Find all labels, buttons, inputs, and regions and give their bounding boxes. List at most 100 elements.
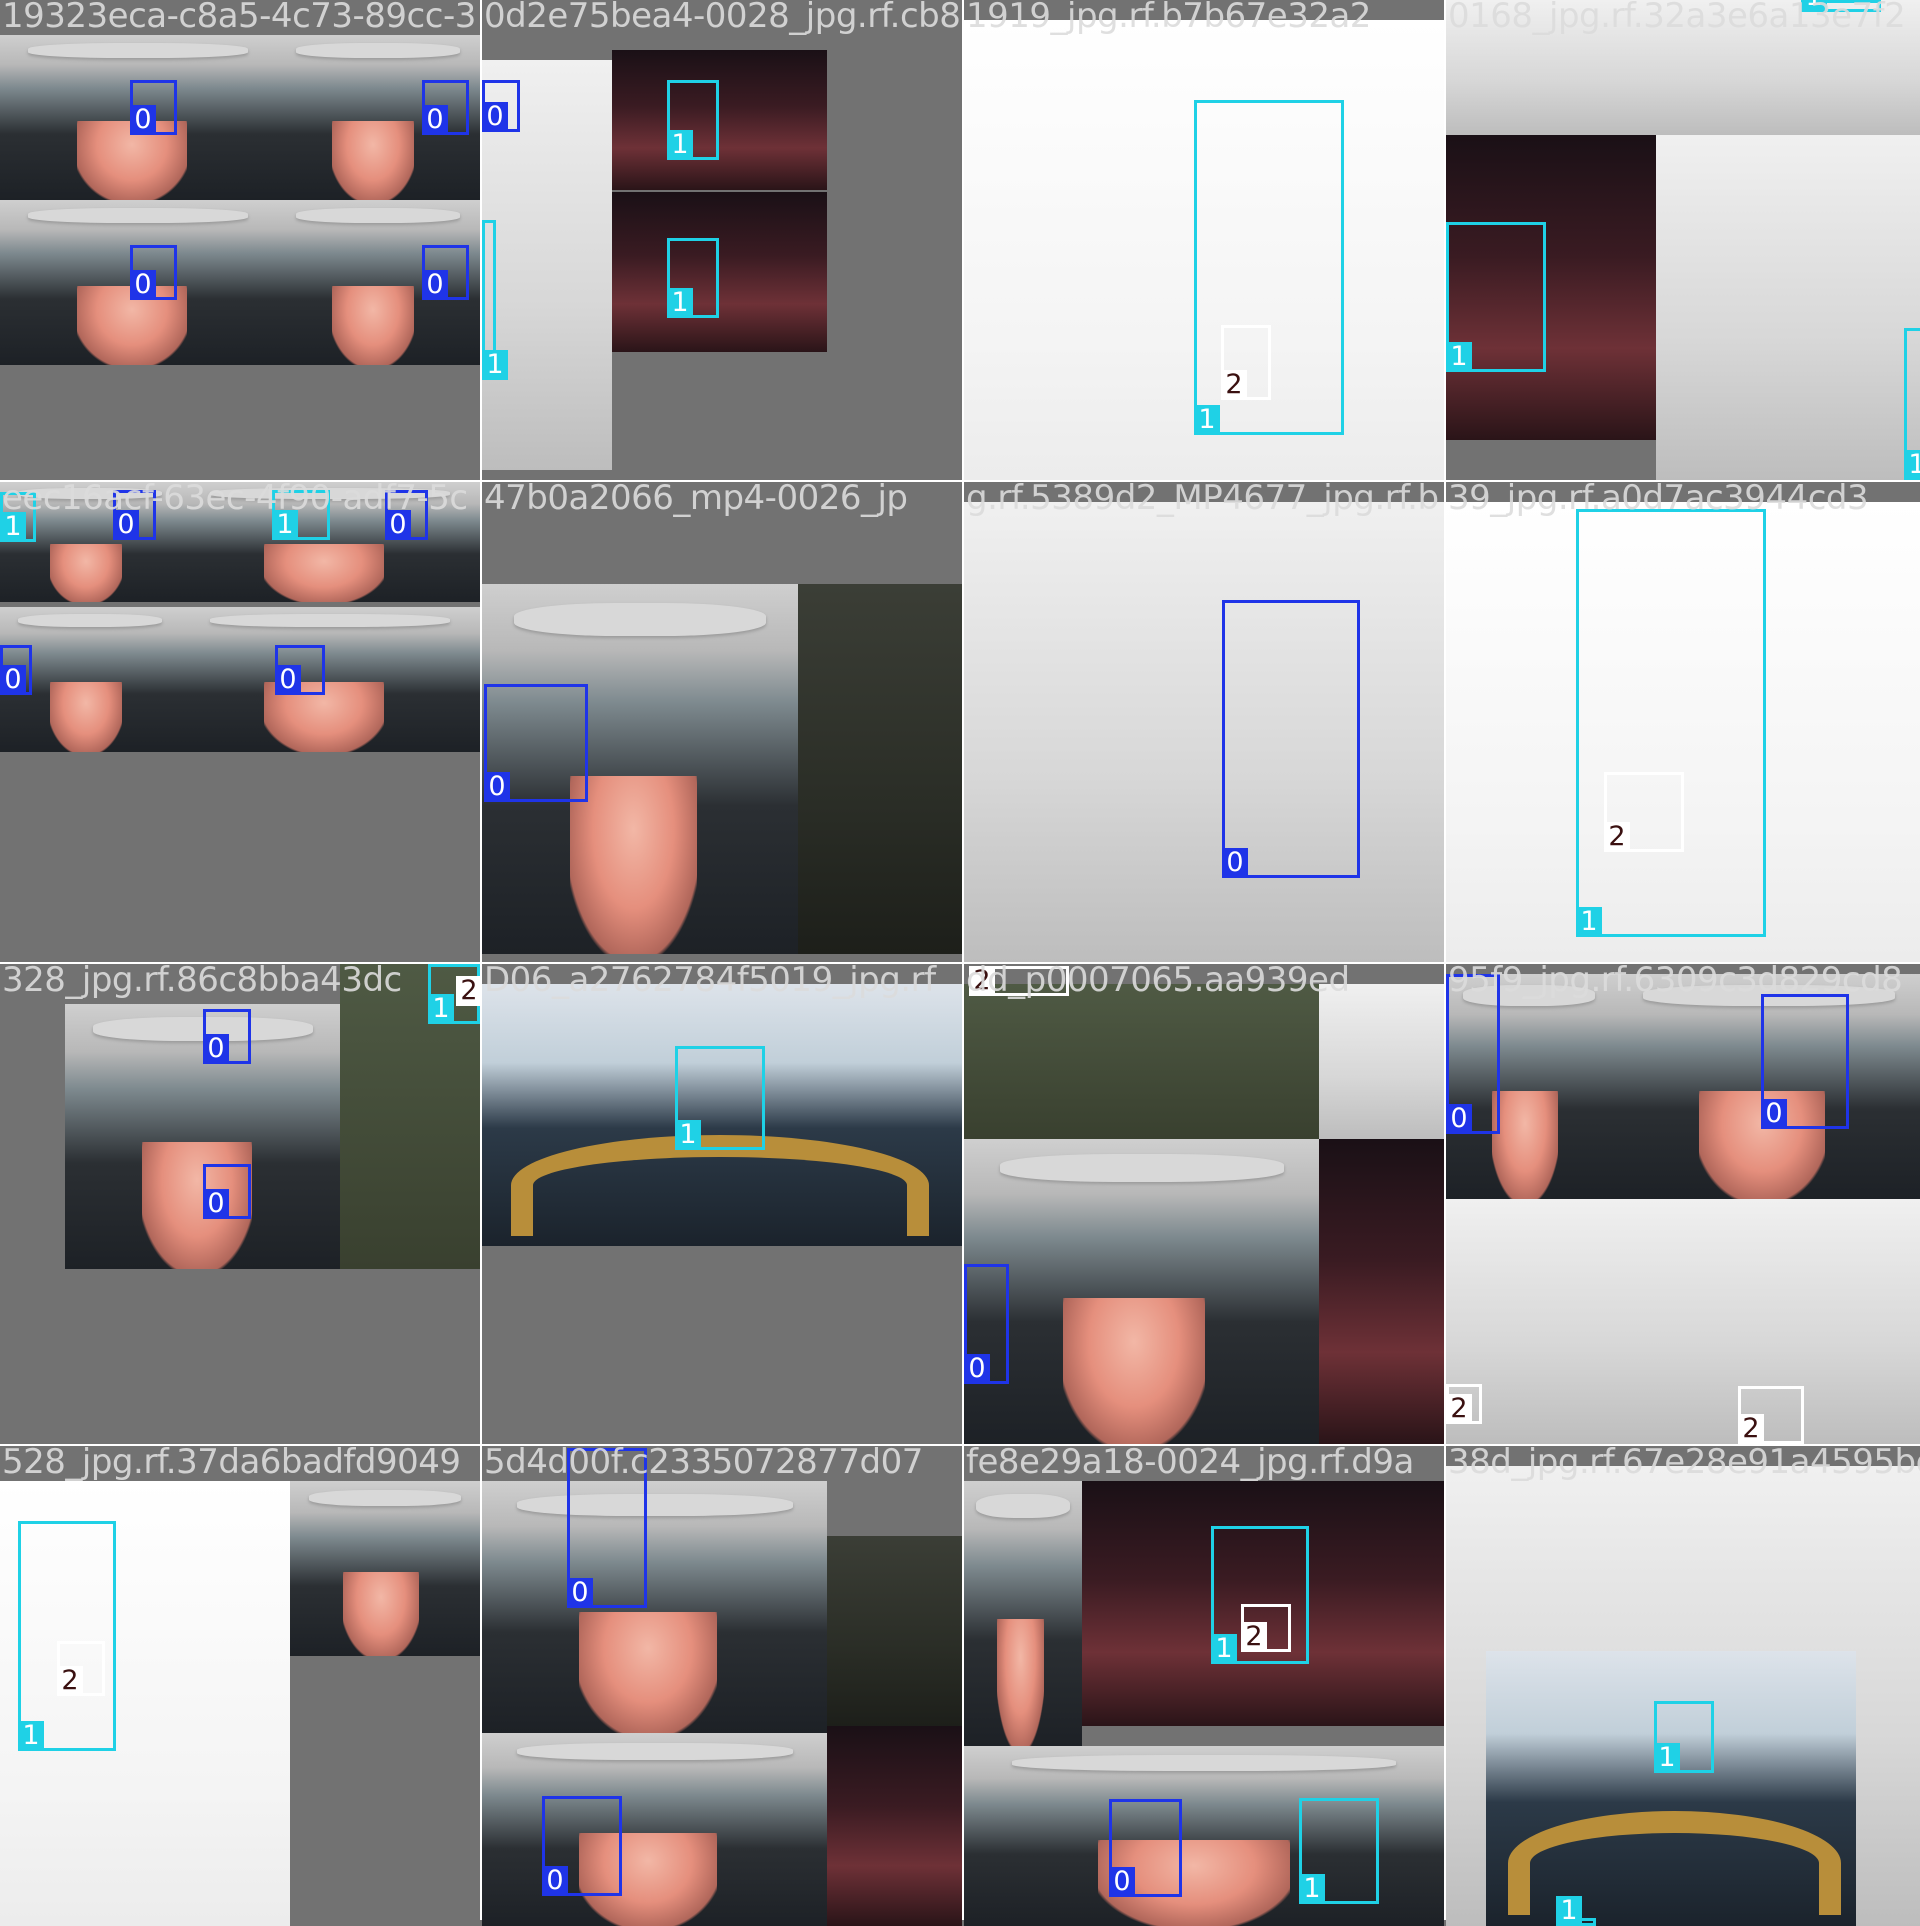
detection-box: 0 [130, 80, 177, 135]
class-label: 2 [1604, 822, 1630, 852]
tile-filename: 528_jpg.rf.37da6badfd9049 [2, 1446, 461, 1482]
detection-box: 1 [1801, 0, 1881, 12]
class-label: 0 [1761, 1099, 1787, 1129]
mosaic-tile: 0 1 1 0 0 0 eec16acf-63ec-4f90-adf7-5c [0, 482, 480, 962]
class-label: 0 [275, 665, 301, 695]
detection-box: 1 [1904, 328, 1920, 480]
detection-box: 0 [422, 245, 469, 300]
detection-box: 1 [482, 220, 508, 380]
detection-box: 0 [1446, 974, 1500, 1134]
detection-box: 2 [1446, 1384, 1482, 1424]
sub-image [180, 482, 480, 602]
class-label: 0 [203, 1189, 229, 1219]
detection-box: 1 [1654, 1701, 1714, 1773]
mosaic-tile: 0 47b0a2066_mp4-0026_jp [482, 482, 962, 962]
class-label: 1 [675, 1120, 701, 1150]
detection-box: 1 [667, 80, 719, 160]
class-label: 2 [456, 976, 480, 1006]
detection-box: 0 [130, 245, 177, 300]
detection-mosaic: 0 0 0 0 19323eca-c8a5-4c73-89cc-3 0 1 1 1 0d2e75b… [0, 0, 1920, 1926]
class-label: 0 [130, 105, 156, 135]
mosaic-tile: 0 1 1 1 0d2e75bea4-0028_jpg.rf.cb8 [482, 0, 962, 480]
detection-box: 0 [275, 645, 325, 695]
class-label: 1 [0, 512, 26, 542]
class-label: 2 [1241, 1622, 1267, 1652]
tile-filename: 5d4d00f.c2335072877d07 [484, 1446, 923, 1482]
mosaic-tile: 0 0 5d4d00f.c2335072877d07 [482, 1446, 962, 1926]
detection-box: 1 [1556, 1896, 1596, 1926]
class-label: 1 [1654, 1743, 1680, 1773]
detection-box: 0 [385, 490, 428, 540]
mosaic-tile: 1 2 1919_jpg.rf.b7b67e32a2 [964, 0, 1444, 480]
mosaic-tile: 0 0 1 2 328_jpg.rf.86c8bba43dc [0, 964, 480, 1444]
sub-image [1319, 984, 1444, 1139]
class-label: 0 [0, 665, 26, 695]
class-label: 0 [964, 1354, 990, 1384]
tile-filename: 19323eca-c8a5-4c73-89cc-3 [2, 0, 476, 36]
tile-filename: 0d2e75bea4-0028_jpg.rf.cb8 [484, 0, 961, 36]
tile-filename: fe8e29a18-0024_jpg.rf.d9a [966, 1446, 1414, 1482]
sub-image [482, 1481, 827, 1733]
detection-box: 1 [18, 1521, 116, 1751]
sub-image [290, 1481, 480, 1656]
class-label: 0 [482, 102, 508, 132]
sub-image [612, 50, 827, 190]
detection-box: 0 [203, 1009, 251, 1064]
detection-box: 0 [964, 1264, 1009, 1384]
mosaic-tile: 0 g.rf.5389d2_MP4677_jpg.rf.b [964, 482, 1444, 962]
class-label: 2 [1221, 370, 1247, 400]
class-label: 1 [667, 288, 693, 318]
sub-image [482, 1733, 827, 1926]
mosaic-tile: 1 2 39_jpg.rf.a0d7ac3944cd3 [1446, 482, 1920, 962]
detection-box: 1 [667, 238, 719, 318]
class-label: 2 [969, 966, 995, 996]
detection-box: 0 [1109, 1799, 1182, 1897]
class-label: 1 [1194, 405, 1220, 435]
sub-image [180, 607, 480, 752]
detection-box: 2 [1221, 325, 1271, 400]
detection-box: 1 [1576, 509, 1766, 937]
detection-box: 0 [484, 684, 588, 802]
detection-box: 1 [0, 492, 36, 542]
mosaic-tile: 1 1 38d_jpg.rf.67e28e91a4595bc [1446, 1446, 1920, 1926]
detection-box: 0 [113, 490, 156, 540]
class-label: 0 [567, 1578, 593, 1608]
sub-image [964, 1139, 1319, 1444]
class-label: 0 [484, 772, 510, 802]
mosaic-tile: 0 2 dd_p0007065.aa939ed [964, 964, 1444, 1444]
tile-filename: 47b0a2066_mp4-0026_jp [484, 482, 908, 518]
detection-box: 1 [1299, 1798, 1379, 1904]
detection-box: 2 [57, 1641, 105, 1696]
class-label: 0 [385, 510, 411, 540]
sub-image [827, 1726, 962, 1926]
sub-image [1656, 135, 1920, 480]
class-label: 0 [1446, 1104, 1472, 1134]
mosaic-tile: 1 2 0 1 fe8e29a18-0024_jpg.rf.d9a [964, 1446, 1444, 1926]
detection-box: 0 [203, 1164, 251, 1219]
class-label: 1 [18, 1721, 44, 1751]
class-label: 0 [542, 1866, 568, 1896]
detection-box: 0 [1761, 994, 1849, 1129]
mosaic-tile: 0 0 2 2 95f9_jpg.rf.6309c3d829cd8 [1446, 964, 1920, 1444]
detection-box: 0 [0, 645, 32, 695]
sub-image [1446, 1199, 1920, 1444]
detection-box: 1 [1446, 222, 1546, 372]
detection-box: 1 [675, 1046, 765, 1150]
detection-box: 2 [1604, 772, 1684, 852]
class-label: 1 [1904, 450, 1920, 480]
class-label: 0 [113, 510, 139, 540]
sub-image [1319, 1139, 1444, 1444]
class-label: 1 [482, 350, 508, 380]
sub-image [964, 502, 1444, 962]
class-label: 2 [1446, 1394, 1472, 1424]
detection-box: 0 [567, 1448, 647, 1608]
class-label: 0 [1109, 1867, 1135, 1897]
detection-box: 2 [1738, 1386, 1804, 1444]
detection-box: 2 [1241, 1604, 1291, 1652]
class-label: 1 [428, 994, 454, 1024]
sub-image [1446, 0, 1920, 135]
sub-image [612, 192, 827, 352]
class-label: 1 [1801, 0, 1827, 12]
class-label: 1 [272, 510, 298, 540]
detection-box: 2 [456, 976, 480, 1006]
